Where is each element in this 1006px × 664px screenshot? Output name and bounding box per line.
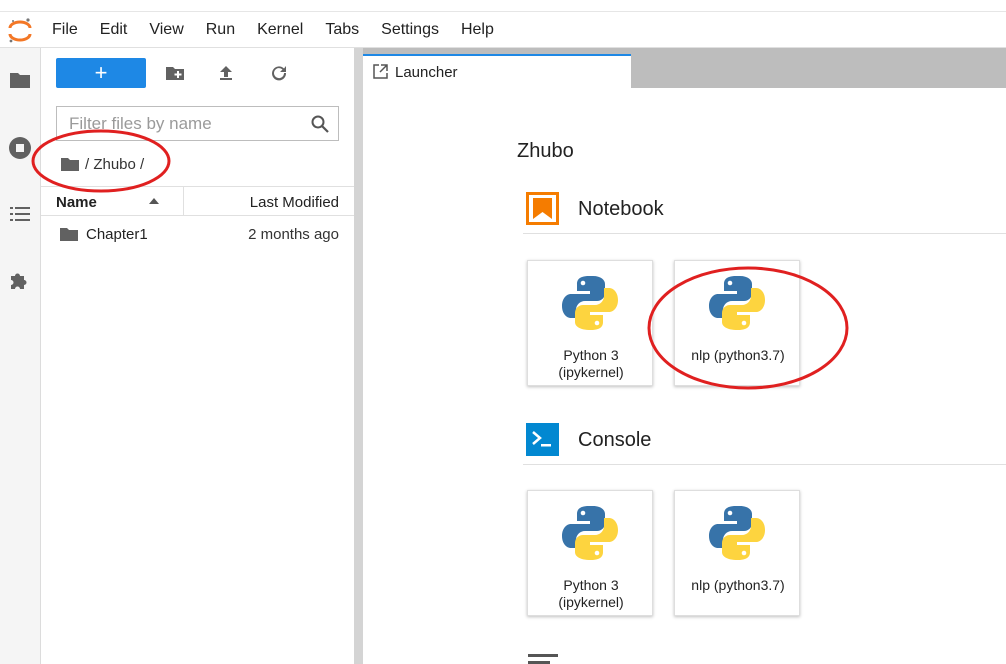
card-label: nlp (python3.7): [691, 577, 785, 593]
menu-kernel[interactable]: Kernel: [257, 21, 303, 39]
card-label: Python 3 (ipykernel): [558, 577, 624, 610]
menu-view[interactable]: View: [149, 21, 183, 39]
breadcrumb-folder-icon[interactable]: [61, 157, 79, 171]
jupyter-logo-icon: [8, 18, 32, 43]
console-icon: [526, 423, 559, 456]
menu-tabs[interactable]: Tabs: [325, 21, 359, 39]
card-label: nlp (python3.7): [691, 347, 785, 363]
tab-launcher[interactable]: Launcher: [363, 54, 631, 88]
menu-run[interactable]: Run: [206, 21, 235, 39]
menu-file[interactable]: File: [52, 21, 78, 39]
file-list-header: Name Last Modified: [41, 186, 354, 216]
sort-ascending-icon[interactable]: [149, 197, 159, 205]
console-section-label: Console: [578, 429, 652, 451]
notebook-section-label: Notebook: [578, 198, 664, 220]
toc-icon[interactable]: [8, 202, 32, 226]
new-launcher-button[interactable]: +: [56, 58, 146, 88]
window-top-strip: [0, 0, 1006, 12]
menu-settings[interactable]: Settings: [381, 21, 439, 39]
file-browser: + / Zhubo / Name Last Modified: [41, 48, 354, 664]
menubar: File Edit View Run Kernel Tabs Settings …: [0, 12, 1006, 48]
notebook-card-python3[interactable]: Python 3 (ipykernel): [527, 260, 653, 386]
launcher-cwd-title: Zhubo: [517, 140, 574, 162]
python-logo-icon: [560, 503, 620, 563]
column-modified-header[interactable]: Last Modified: [250, 194, 339, 211]
python-logo-icon: [560, 273, 620, 333]
console-card-nlp[interactable]: nlp (python3.7): [674, 490, 800, 616]
notebook-card-nlp[interactable]: nlp (python3.7): [674, 260, 800, 386]
breadcrumb[interactable]: / Zhubo /: [61, 153, 144, 175]
tab-bar: Launcher: [363, 48, 1006, 88]
console-card-python3[interactable]: Python 3 (ipykernel): [527, 490, 653, 616]
folder-icon: [60, 228, 78, 241]
other-section-icon: [528, 654, 558, 664]
file-name[interactable]: Chapter1: [86, 226, 148, 243]
tab-label: Launcher: [395, 64, 458, 81]
menu-help[interactable]: Help: [461, 21, 494, 39]
upload-icon[interactable]: [216, 63, 236, 83]
launcher-icon: [373, 64, 388, 79]
console-section-header: Console: [523, 421, 1006, 465]
notebook-section-header: Notebook: [523, 190, 1006, 234]
breadcrumb-path[interactable]: / Zhubo /: [85, 156, 144, 173]
column-divider[interactable]: [183, 187, 184, 215]
file-row[interactable]: Chapter1 2 months ago: [41, 222, 354, 248]
new-folder-icon[interactable]: [165, 63, 185, 83]
column-name-header[interactable]: Name: [56, 194, 97, 211]
panel-splitter[interactable]: [354, 48, 363, 664]
file-browser-toolbar: +: [41, 48, 354, 102]
card-label: Python 3 (ipykernel): [558, 347, 624, 380]
extension-icon[interactable]: [8, 268, 32, 292]
search-icon[interactable]: [310, 114, 330, 134]
notebook-icon: [526, 192, 559, 225]
python-logo-icon: [707, 273, 767, 333]
filter-box: [56, 106, 339, 141]
running-icon[interactable]: [8, 136, 32, 160]
menu-edit[interactable]: Edit: [100, 21, 128, 39]
folder-icon[interactable]: [8, 68, 32, 92]
refresh-icon[interactable]: [269, 63, 289, 83]
filter-files-input[interactable]: [69, 113, 299, 135]
python-logo-icon: [707, 503, 767, 563]
activity-bar: [0, 48, 41, 664]
file-modified: 2 months ago: [248, 226, 339, 243]
main-area: Launcher Zhubo Notebook Python 3 (ipykern…: [363, 48, 1006, 664]
